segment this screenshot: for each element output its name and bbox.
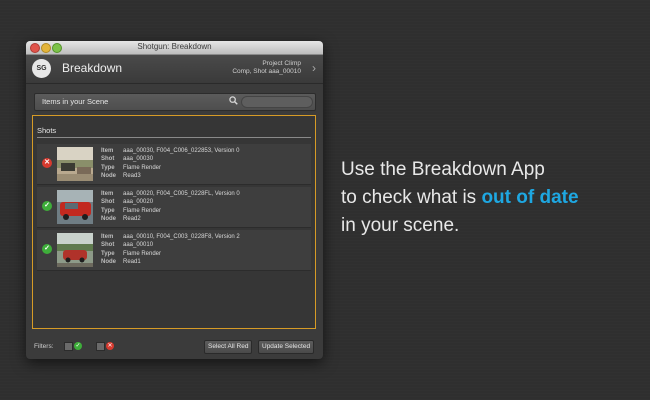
node-value: Read3 [123, 173, 141, 180]
list-item[interactable]: ✓ Item aaa_00010, F004_C003_0228F8, Versi… [37, 230, 311, 271]
type-key: Type [101, 164, 115, 171]
type-value: Flame Render [123, 164, 162, 171]
window-title: Shotgun: Breakdown [137, 42, 212, 51]
select-all-red-button[interactable]: Select All Red [204, 340, 253, 354]
node-key: Node [101, 173, 116, 180]
shot-key: Shot [101, 199, 115, 206]
items-label: Items in your Scene [42, 97, 109, 106]
item-key: Item [101, 234, 114, 240]
app-header: SG Breakdown Project Climp Comp, Shot aa… [26, 55, 323, 84]
type-key: Type [101, 207, 115, 214]
shot-value: aaa_00010 [123, 242, 154, 249]
node-key: Node [101, 259, 116, 266]
promo-text: Use the Breakdown App to check what is o… [341, 156, 579, 240]
shot-thumbnail [57, 233, 93, 267]
node-value: Read2 [123, 216, 141, 223]
promo-highlight: out of date [481, 187, 579, 208]
search-input[interactable] [241, 96, 313, 108]
shot-thumbnail [57, 190, 93, 224]
up-to-date-icon: ✓ [42, 244, 52, 254]
shot-value: aaa_00030 [123, 156, 154, 163]
item-details: Item aaa_00030, F004_C006_022853, Version… [101, 147, 239, 181]
promo-line-3: in your scene. [341, 215, 460, 236]
filter-bad-icon: ✕ [106, 342, 114, 350]
item-value: aaa_00010, F004_C003_0228F8, Version 2 [123, 234, 240, 240]
shots-section-label: Shots [37, 126, 57, 135]
type-key: Type [101, 250, 115, 257]
shot-thumbnail [57, 147, 93, 181]
promo-line-2: to check what is out of date [341, 184, 579, 212]
item-details: Item aaa_00010, F004_C003_0228F8, Version… [101, 233, 240, 267]
filter-ok-checkbox[interactable] [64, 342, 73, 351]
node-key: Node [101, 216, 116, 223]
update-selected-button[interactable]: Update Selected [258, 340, 315, 354]
node-value: Read1 [123, 259, 141, 266]
filters-label: Filters: [34, 343, 54, 350]
filter-bad-checkbox[interactable] [96, 342, 105, 351]
item-value: aaa_00030, F004_C006_022853, Version 0 [123, 148, 240, 154]
list-item[interactable]: ✓ Item aaa_00020, F004_C005_0228FL, Versi… [37, 187, 311, 228]
shotgun-logo-icon: SG [32, 59, 51, 78]
filter-ok-icon: ✓ [74, 342, 82, 350]
scene-items-list: Shots ✕ Item aaa_00030, F004_C006_022853,… [32, 115, 316, 329]
footer-bar: Filters: ✓ ✕ Select All Red Update Selec… [26, 337, 323, 359]
context-project: Project Climp [262, 60, 301, 67]
item-details: Item aaa_00020, F004_C005_0228FL, Version… [101, 190, 240, 224]
context-shot: Comp, Shot aaa_00010 [232, 68, 301, 75]
up-to-date-icon: ✓ [42, 201, 52, 211]
shot-value: aaa_00020 [123, 199, 154, 206]
type-value: Flame Render [123, 207, 162, 214]
items-bar: Items in your Scene [34, 93, 316, 111]
out-of-date-icon: ✕ [42, 158, 52, 168]
item-key: Item [101, 191, 114, 197]
list-item[interactable]: ✕ Item aaa_00030, F004_C006_022853, Versi… [37, 144, 311, 185]
item-value: aaa_00020, F004_C005_0228FL, Version 0 [123, 191, 240, 197]
promo-line-2-prefix: to check what is [341, 187, 482, 208]
shot-key: Shot [101, 242, 115, 249]
item-key: Item [101, 148, 114, 154]
type-value: Flame Render [123, 250, 162, 257]
app-title: Breakdown [62, 61, 123, 75]
section-divider [37, 137, 311, 138]
breakdown-window: Shotgun: Breakdown SG Breakdown Project … [26, 41, 323, 359]
promo-line-1: Use the Breakdown App [341, 159, 545, 180]
context-info: Project Climp Comp, Shot aaa_00010 [232, 60, 301, 76]
search-icon [229, 96, 238, 107]
chevron-right-icon[interactable]: › [312, 61, 316, 75]
title-bar[interactable]: Shotgun: Breakdown [26, 41, 323, 55]
shot-key: Shot [101, 156, 115, 163]
